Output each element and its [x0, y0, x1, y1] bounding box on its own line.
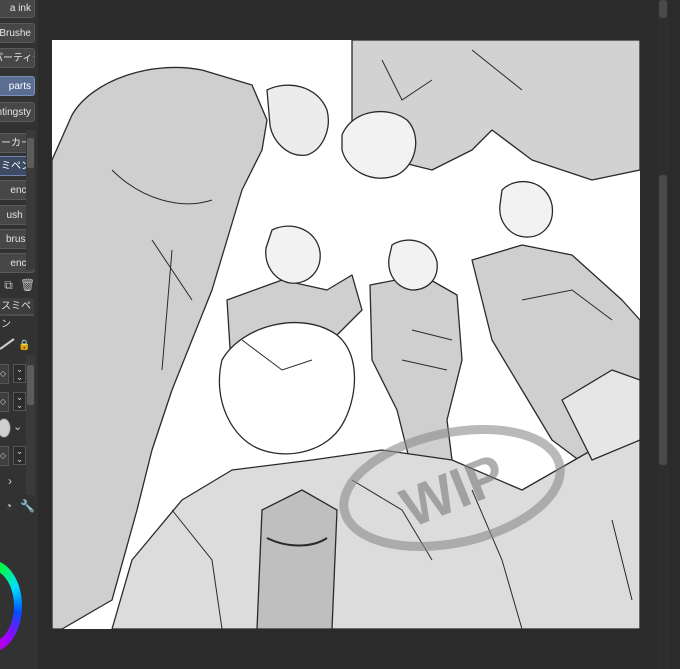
settings-icon[interactable]: 🔧 [20, 500, 35, 513]
brush-list-scrollbar[interactable] [26, 130, 35, 270]
sketch-artwork: WIP [52, 40, 640, 629]
canvas-vertical-scrollbar[interactable] [657, 0, 669, 669]
panel-separator [38, 0, 52, 669]
scrollbar-thumb[interactable] [659, 0, 667, 18]
figure-front-head [218, 322, 356, 455]
figure-front-chest [256, 489, 338, 629]
brush-preview-dot [0, 418, 11, 438]
brush-item[interactable]: a ink [0, 0, 35, 18]
scrollbar-thumb[interactable] [659, 175, 667, 465]
figure-waving-head [265, 225, 321, 284]
scrollbar-thumb[interactable] [27, 138, 34, 168]
copy-brush-icon[interactable]: ⧉ [2, 279, 15, 292]
figure-left-head [266, 84, 329, 156]
lock-icon[interactable]: 🔒 [18, 339, 31, 352]
chevron-down-icon[interactable]: ⌄ ⌄ [13, 446, 26, 465]
brush-item[interactable]: パーティク [0, 48, 35, 68]
tool-property-tab[interactable]: スミペン [0, 298, 34, 330]
size-stepper[interactable]: ◇ [0, 364, 9, 384]
chevron-down-icon[interactable]: ⌄ ⌄ [13, 392, 26, 411]
chevron-down-icon[interactable]: ⌄ ⌄ [13, 364, 26, 383]
brush-item-selected[interactable]: parts [0, 76, 35, 96]
figure-front-body [111, 419, 640, 629]
drawing-canvas[interactable]: WIP [52, 40, 640, 629]
sub-tool-panel: a ink cBrushe パーティク parts intingsty ーカー … [0, 0, 38, 669]
delete-brush-icon[interactable]: 🗑 [20, 279, 35, 292]
figure-right-head [499, 181, 554, 238]
stabilizer-icon[interactable]: ◔ [2, 500, 15, 513]
brush-shape-row: 🔒 [0, 333, 36, 353]
scrollbar-thumb[interactable] [27, 365, 34, 405]
figure-center-head [388, 239, 438, 291]
chevron-right-icon[interactable]: › [8, 474, 12, 488]
figure-top-head [341, 110, 417, 179]
stabilizer-stepper[interactable]: ◇ [0, 446, 9, 466]
chevron-down-icon[interactable]: ⌄ [13, 420, 22, 433]
property-scrollbar[interactable] [26, 355, 35, 495]
brush-item[interactable]: cBrushe [0, 23, 35, 43]
opacity-stepper[interactable]: ◇ [0, 392, 9, 412]
brush-item[interactable]: intingsty [0, 102, 35, 122]
